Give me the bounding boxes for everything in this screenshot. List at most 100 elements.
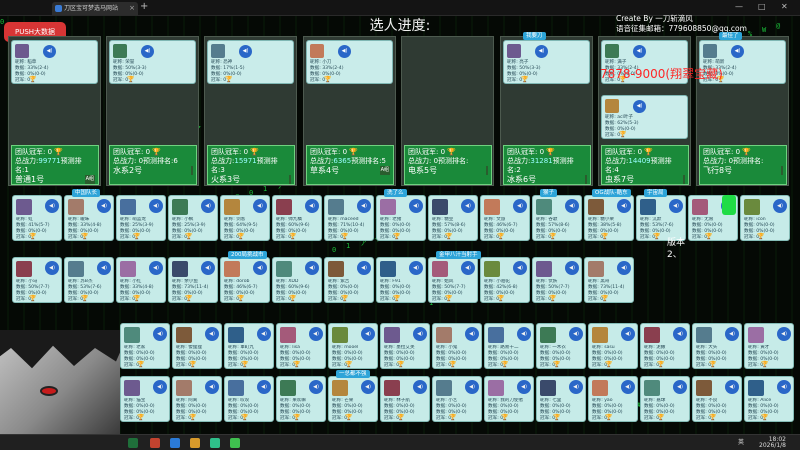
folder-icon[interactable] [190, 438, 200, 448]
speaker-icon[interactable]: ◀) [153, 380, 167, 394]
new-tab-button[interactable]: + [140, 1, 148, 12]
player-card[interactable]: 昵称: 老家 数据: 0%(0-0) 数据: 0%(0-0) 冠军: 0 ◀) 🏆 [120, 323, 170, 369]
player-card[interactable]: 昵称: 帅九橘 数据: 60%(9-6) 数据: 0%(0-0) 冠军: 0 ◀) 🏆 [272, 195, 322, 241]
speaker-icon[interactable]: ◀) [205, 380, 219, 394]
speaker-icon[interactable]: ◀) [239, 45, 252, 58]
speaker-icon[interactable]: ◀) [413, 380, 427, 394]
speaker-icon[interactable]: ◀) [461, 199, 475, 213]
close-tab-icon[interactable]: × [129, 2, 135, 15]
player-card[interactable]: 昵称: 小骆驼 数据: 42%(6-8) 数据: 0%(0-0) 冠军: 0 ◀) 🏆 [480, 257, 530, 303]
player-card[interactable]: 昵称: 黑哥 数据: 73%(11-4) 数据: 0%(0-0) 冠军: 0 ◀) 🏆 [584, 257, 634, 303]
speaker-icon[interactable]: ◀) [621, 327, 635, 341]
speaker-icon[interactable]: ◀) [777, 327, 791, 341]
player-card[interactable]: 昵称: Alice 数据: 0%(0-0) 数据: 0%(0-0) 冠军: 0 ◀) 🏆 [744, 376, 794, 422]
player-card[interactable]: 昵称: 虹数据: 41%(5-7) 数据: 0%(0-0) 冠军: 0 ◀) 🏆 [12, 195, 62, 241]
player-card[interactable]: 昵称: 嘉球 数据: 0%(0-0) 数据: 0%(0-0) 冠军: 0 ◀) 🏆 [640, 376, 690, 422]
speaker-icon[interactable]: ◀) [205, 327, 219, 341]
player-card[interactable]: 昵称: sasu 数据: 0%(0-0) 数据: 0%(0-0) 冠军: 0 ◀) 🏆 [588, 323, 638, 369]
speaker-icon[interactable]: ◀) [45, 261, 59, 275]
player-card[interactable]: 昵称: 傻狸狸 数据: 0%(0-0) 数据: 0%(0-0) 冠军: 0 ◀) 🏆 [172, 323, 222, 369]
speaker-icon[interactable]: ◀) [725, 327, 739, 341]
speaker-icon[interactable]: ◀) [461, 261, 475, 275]
player-card[interactable]: 昵称: F91 数据: 0%(0-0) 数据: 0%(0-0) 冠军: 0 ◀) 🏆 [376, 257, 426, 303]
player-card[interactable]: 昵称: 路易十二 数据: 0%(0-0) 数据: 0%(0-0) 冠军: 0 ◀) 🏆 [484, 323, 534, 369]
speaker-icon[interactable]: ◀) [338, 45, 351, 58]
speaker-icon[interactable]: ◀) [617, 199, 631, 213]
speaker-icon[interactable]: ◀) [633, 45, 646, 58]
player-card[interactable]: 昵称: maceed 数据: 71%(10-4) 数据: 0%(0-0) 冠军: 0 ◀… [324, 195, 374, 241]
player-card[interactable]: 昵称: 小鬼 数据: 0%(0-0) 数据: 0%(0-0) 冠军: 0 ◀) 🏆 [432, 323, 482, 369]
player-card[interactable]: 昵称: 果欢嘛 数据: 0%(0-0) 数据: 0%(0-0) 冠军: 0 ◀) 🏆 [276, 376, 326, 422]
team-member-card[interactable]: 昵称: 荣誉 数据: 50%(3-3) 数据: 0%(0-0) 冠军: 0 ◀) 🏆 [109, 40, 196, 84]
speaker-icon[interactable]: ◀) [569, 380, 583, 394]
player-card[interactable]: 昵称: 余小鱼 数据: 73%(11-4) 数据: 0%(0-0) 冠军: 0 ◀) 🏆 [168, 257, 218, 303]
player-card[interactable]: 昵称: 小枫 数据: 25%(3-9) 数据: 0%(0-0) 冠军: 0 ◀) 🏆 [168, 195, 218, 241]
browser-tab[interactable]: 刀区宝可梦选马网站 × [52, 2, 138, 15]
player-card[interactable]: 昵称: 林子航 数据: 0%(0-0) 数据: 0%(0-0) 冠军: 0 ◀) 🏆 [380, 376, 430, 422]
player-card[interactable]: 昵称: 伏妖 数据: 50%(7-7) 数据: 0%(0-0) 冠军: 0 ◀) 🏆 [532, 257, 582, 303]
maximize-button[interactable]: □ [758, 2, 766, 11]
speaker-icon[interactable]: ◀) [357, 261, 371, 275]
speaker-icon[interactable]: ◀) [565, 199, 579, 213]
speaker-icon[interactable]: ◀) [773, 199, 787, 213]
speaker-icon[interactable]: ◀) [97, 261, 111, 275]
player-card[interactable]: 昵称: 黄才 数据: 0%(0-0) 数据: 0%(0-0) 冠军: 0 ◀) 🏆 [744, 323, 794, 369]
player-card[interactable]: 昵称: lisa 数据: 0%(0-0) 数据: 0%(0-0) 冠军: 0 ◀) 🏆 [276, 323, 326, 369]
team-member-card[interactable]: 昵称: 稻草 数据: 33%(2-4) 数据: 0%(0-0) 冠军: 0 ◀) 🏆 [11, 40, 98, 84]
speaker-icon[interactable]: ◀) [777, 380, 791, 394]
speaker-icon[interactable]: ◀) [617, 261, 631, 275]
speaker-icon[interactable]: ◀) [357, 199, 371, 213]
player-card[interactable]: 昵称: 剑客 数据: 64%(9-5) 数据: 0%(0-0) 冠军: 0 ◀) 🏆 [220, 195, 270, 241]
speaker-icon[interactable]: ◀) [257, 327, 271, 341]
player-card[interactable]: 昵称: 谷歌 数据: 57%(8-6) 数据: 0%(0-0) 冠军: 0 ◀) 🏆 [532, 195, 582, 241]
browser-icon[interactable] [170, 438, 180, 448]
speaker-icon[interactable]: ◀) [201, 199, 215, 213]
close-window-button[interactable]: ✕ [781, 2, 788, 11]
speaker-icon[interactable]: ◀) [517, 380, 531, 394]
speaker-icon[interactable]: ◀) [535, 45, 548, 58]
player-card[interactable]: 昵称: 糖豆 数据: 57%(8-6) 数据: 0%(0-0) 冠军: 0 ◀) 🏆 [428, 195, 478, 241]
player-card[interactable]: 昵称: icon 数据: 0%(0-0) 数据: 0%(0-0) 冠军: 0 ◀) 🏆 [740, 195, 790, 241]
speaker-icon[interactable]: ◀) [361, 327, 375, 341]
player-card[interactable]: 昵称: 我的刀使者 数据: 0%(0-0) 数据: 0%(0-0) 冠军: 0 ◀) 🏆 [484, 376, 534, 422]
speaker-icon[interactable]: ◀) [153, 327, 167, 341]
player-card[interactable]: 昵称: 一木衣 数据: 0%(0-0) 数据: 0%(0-0) 冠军: 0 ◀) 🏆 [536, 323, 586, 369]
app-icon[interactable] [210, 438, 220, 448]
speaker-icon[interactable]: ◀) [669, 199, 683, 213]
speaker-icon[interactable]: ◀) [725, 380, 739, 394]
speaker-icon[interactable]: ◀) [633, 100, 646, 113]
player-card[interactable]: 昵称: 不良 数据: 0%(0-0) 数据: 0%(0-0) 冠军: 0 ◀) 🏆 [692, 376, 742, 422]
speaker-icon[interactable]: ◀) [513, 261, 527, 275]
speaker-icon[interactable]: ◀) [569, 327, 583, 341]
player-card[interactable]: 昵称: 紫吉 数据: 0%(0-0) 数据: 0%(0-0) 冠军: 0 ◀) 🏆 [324, 257, 374, 303]
player-card[interactable]: 昵称: 軍町九 数据: 0%(0-0) 数据: 0%(0-0) 冠军: 0 ◀) 🏆 [224, 323, 274, 369]
speaker-icon[interactable]: ◀) [413, 327, 427, 341]
player-card[interactable]: 昵称: 大头 数据: 0%(0-0) 数据: 0%(0-0) 冠军: 0 ◀) 🏆 [692, 323, 742, 369]
speaker-icon[interactable]: ◀) [409, 261, 423, 275]
player-card[interactable]: 昵称: 糖小栗 数据: 38%(5-8) 数据: 0%(0-0) 冠军: 0 ◀) 🏆 [584, 195, 634, 241]
speaker-icon[interactable]: ◀) [253, 199, 267, 213]
player-card[interactable]: 昵称: 七里 数据: 0%(0-0) 数据: 0%(0-0) 冠军: 0 ◀) 🏆 [536, 376, 586, 422]
player-card[interactable]: 昵称: 小艺 数据: 0%(0-0) 数据: 0%(0-0) 冠军: 0 ◀) 🏆 [432, 376, 482, 422]
player-card[interactable]: 昵称: 老猪 数据: 0%(0-0) 数据: 0%(0-0) 冠军: 0 ◀) 🏆 [376, 195, 426, 241]
player-card[interactable]: 昵称: 猫宝 数据: 0%(0-0) 数据: 0%(0-0) 冠军: 0 ◀) 🏆 [120, 376, 170, 422]
player-card[interactable]: 昵称: 叹叹 数据: 0%(0-0) 数据: 0%(0-0) 冠军: 0 ◀) 🏆 [224, 376, 274, 422]
speaker-icon[interactable]: ◀) [149, 199, 163, 213]
team-member-card[interactable]: 昵称: 恐神 数据: 17%(1-5) 数据: 0%(0-0) 冠军: 0 ◀) 🏆 [207, 40, 294, 84]
speaker-icon[interactable]: ◀) [465, 380, 479, 394]
speaker-icon[interactable]: ◀) [97, 199, 111, 213]
speaker-icon[interactable]: ◀) [673, 327, 687, 341]
speaker-icon[interactable]: ◀) [673, 380, 687, 394]
player-card[interactable]: 昵称: 萌蓝龙 数据: 25%(3-9) 数据: 0%(0-0) 冠军: 0 ◀) 🏆 [116, 195, 166, 241]
speaker-icon[interactable]: ◀) [361, 380, 375, 394]
player-card[interactable]: 昵称: 姐风 数据: 50%(7-7) 数据: 0%(0-0) 冠军: 0 ◀) 🏆 [428, 257, 478, 303]
speaker-icon[interactable]: ◀) [465, 327, 479, 341]
player-card[interactable]: 昵称: 小马 数据: 50%(7-7) 数据: 0%(0-0) 冠军: 0 ◀) 🏆 [12, 257, 62, 303]
team-member-card[interactable]: 昵称: 亮子 数据: 50%(3-3) 数据: 0%(0-0) 冠军: 0 ◀) 🏆 [503, 40, 590, 84]
speaker-icon[interactable]: ◀) [731, 45, 744, 58]
player-card[interactable]: 昵称: XDD 数据: 60%(9-6) 数据: 0%(0-0) 冠军: 0 ◀) 🏆 [272, 257, 322, 303]
minimize-button[interactable]: — [735, 2, 743, 11]
clock[interactable]: 18:02 2026/1/8 [752, 437, 786, 449]
speaker-icon[interactable]: ◀) [309, 327, 323, 341]
speaker-icon[interactable]: ◀) [513, 199, 527, 213]
